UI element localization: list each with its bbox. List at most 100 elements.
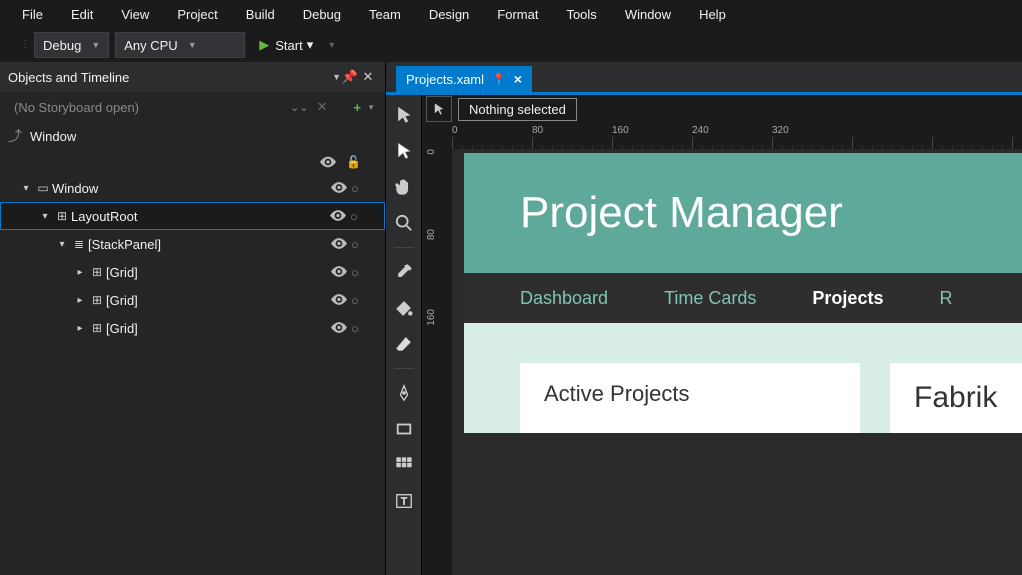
add-dropdown-icon[interactable]: ▼: [365, 103, 377, 112]
chevron-down-icon: ▼: [188, 40, 197, 50]
visibility-icon[interactable]: [331, 293, 351, 308]
lock-dot-icon[interactable]: ○: [351, 265, 365, 280]
toolbar-overflow-icon[interactable]: ▾: [329, 40, 334, 51]
tree-row-stackpanel[interactable]: ▾≣[StackPanel]○: [0, 230, 385, 258]
lock-dot-icon[interactable]: ○: [351, 237, 365, 252]
pan-tool-icon[interactable]: [392, 175, 416, 199]
direct-selection-tool-icon[interactable]: [392, 139, 416, 163]
expand-icon[interactable]: ▾: [54, 239, 70, 250]
ruler-tick: 80: [532, 125, 543, 136]
editor-area: Projects.xaml 📍 × T: [386, 62, 1022, 575]
expand-icon[interactable]: ▸: [72, 323, 88, 334]
menu-design[interactable]: Design: [415, 3, 483, 26]
main-toolbar: ⋮⋮ Debug ▼ Any CPU ▼ ▶ Start ▾ ▾: [0, 28, 1022, 62]
document-tabs: Projects.xaml 📍 ×: [386, 62, 1022, 92]
svg-text:T: T: [400, 497, 406, 508]
horizontal-ruler[interactable]: 080160240320: [452, 125, 1022, 149]
storyboard-row: (No Storyboard open) ⌄⌄ ✕ + ▼: [0, 92, 385, 122]
platform-label: Any CPU: [124, 38, 177, 53]
menu-help[interactable]: Help: [685, 3, 740, 26]
visibility-icon[interactable]: [331, 181, 351, 196]
lock-dot-icon[interactable]: ○: [351, 293, 365, 308]
nav-dashboard[interactable]: Dashboard: [520, 288, 608, 309]
expand-icon[interactable]: ▸: [72, 267, 88, 278]
tree-row-grid[interactable]: ▸⊞[Grid]○: [0, 314, 385, 342]
tab-label: Projects.xaml: [406, 72, 484, 87]
start-button[interactable]: ▶ Start ▾: [251, 32, 321, 58]
pen-tool-icon[interactable]: [392, 381, 416, 405]
menu-file[interactable]: File: [8, 3, 57, 26]
storyboard-close-icon[interactable]: ✕: [313, 99, 332, 115]
tree-row-layoutroot[interactable]: ▾⊞LayoutRoot ○: [0, 202, 385, 230]
tree-label: LayoutRoot: [71, 209, 330, 224]
menu-tools[interactable]: Tools: [552, 3, 610, 26]
tree-row-window[interactable]: ▾▭Window○: [0, 174, 385, 202]
menu-debug[interactable]: Debug: [289, 3, 355, 26]
scope-label: Window: [30, 129, 76, 144]
selection-label: Nothing selected: [458, 98, 577, 121]
pin-icon[interactable]: 📍: [492, 73, 506, 86]
element-type-icon: ▭: [34, 181, 52, 195]
eraser-tool-icon[interactable]: [392, 332, 416, 356]
config-dropdown[interactable]: Debug ▼: [34, 32, 109, 58]
nav-projects[interactable]: Projects: [812, 288, 883, 309]
cursor-mode-icon[interactable]: [426, 96, 452, 122]
menu-build[interactable]: Build: [232, 3, 289, 26]
lock-dot-icon[interactable]: ○: [351, 181, 365, 196]
visibility-icon[interactable]: [331, 321, 351, 336]
card-title: Active Projects: [544, 381, 836, 407]
add-storyboard-icon[interactable]: +: [349, 100, 365, 115]
visibility-icon[interactable]: [331, 265, 351, 280]
vertical-ruler[interactable]: 080160: [422, 149, 452, 575]
visibility-icon[interactable]: [331, 237, 351, 252]
menu-edit[interactable]: Edit: [57, 3, 107, 26]
zoom-tool-icon[interactable]: [392, 211, 416, 235]
text-tool-icon[interactable]: T: [392, 489, 416, 513]
designer-toolbox: T: [386, 95, 422, 575]
storyboard-expand-icon[interactable]: ⌄⌄: [286, 101, 312, 114]
ruler-tick: 80: [426, 229, 437, 240]
column-headers: 🔓: [0, 150, 385, 174]
ruler-tick: 160: [612, 125, 629, 136]
objects-timeline-panel: Objects and Timeline ▼ 📌 ✕ (No Storyboar…: [0, 62, 386, 575]
menu-format[interactable]: Format: [483, 3, 552, 26]
card-fabrik: Fabrik: [890, 363, 1022, 433]
eyedropper-tool-icon[interactable]: [392, 260, 416, 284]
menu-window[interactable]: Window: [611, 3, 685, 26]
tab-projects-xaml[interactable]: Projects.xaml 📍 ×: [396, 66, 532, 92]
scope-row[interactable]: ⤴ Window: [0, 122, 385, 150]
panel-menu-icon[interactable]: ▼: [332, 72, 341, 82]
layout-tool-icon[interactable]: [392, 453, 416, 477]
expand-icon[interactable]: ▾: [37, 211, 53, 222]
lock-dot-icon[interactable]: ○: [351, 321, 365, 336]
menu-team[interactable]: Team: [355, 3, 415, 26]
tree-label: [Grid]: [106, 293, 331, 308]
menu-bar: File Edit View Project Build Debug Team …: [0, 0, 1022, 28]
expand-icon[interactable]: ▸: [72, 295, 88, 306]
paint-bucket-tool-icon[interactable]: [392, 296, 416, 320]
element-type-icon: ⊞: [53, 209, 71, 223]
expand-icon[interactable]: ▾: [18, 183, 34, 194]
visibility-icon[interactable]: [330, 209, 350, 224]
rectangle-tool-icon[interactable]: [392, 417, 416, 441]
nav-r[interactable]: R: [939, 288, 952, 309]
menu-view[interactable]: View: [107, 3, 163, 26]
tree-row-grid[interactable]: ▸⊞[Grid] ○: [0, 286, 385, 314]
designer-surface: T Nothing selected 080160240320 080160 P…: [386, 95, 1022, 575]
lock-header-icon: 🔓: [346, 155, 361, 169]
pin-icon[interactable]: 📌: [341, 69, 359, 85]
menu-project[interactable]: Project: [163, 3, 231, 26]
element-type-icon: ⊞: [88, 293, 106, 307]
preview-body: Active Projects Fabrik: [464, 323, 1022, 433]
design-canvas[interactable]: Project Manager Dashboard Time Cards Pro…: [452, 149, 1022, 575]
close-icon[interactable]: ✕: [359, 69, 377, 85]
nav-timecards[interactable]: Time Cards: [664, 288, 756, 309]
platform-dropdown[interactable]: Any CPU ▼: [115, 32, 245, 58]
selection-tool-icon[interactable]: [392, 103, 416, 127]
lock-dot-icon[interactable]: ○: [350, 209, 364, 224]
tree-row-grid[interactable]: ▸⊞[Grid]○: [0, 258, 385, 286]
element-type-icon: ⊞: [88, 265, 106, 279]
close-icon[interactable]: ×: [514, 71, 522, 87]
separator: [394, 368, 414, 369]
ruler-tick: 240: [692, 125, 709, 136]
